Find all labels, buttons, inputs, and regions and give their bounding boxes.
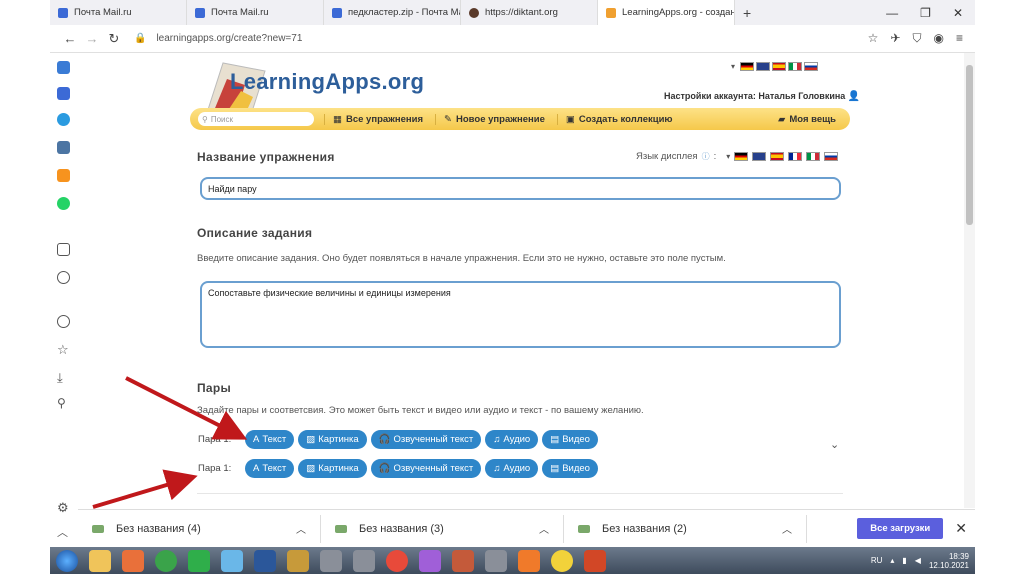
search-app-icon[interactable] xyxy=(221,549,243,572)
download-name: Без названия (3) xyxy=(359,522,444,535)
app-icon[interactable] xyxy=(452,549,474,572)
file-icon xyxy=(578,524,590,533)
download-name: Без названия (2) xyxy=(602,522,687,535)
app-icon[interactable] xyxy=(353,549,375,572)
download-item[interactable]: Без названия (3) ︿ xyxy=(321,514,564,543)
volume-icon[interactable]: ◀ xyxy=(915,556,921,565)
taskbar: RU ▴ ▮ ◀ 18:39 12.10.2021 xyxy=(50,547,975,574)
powerpoint-icon[interactable] xyxy=(584,549,606,572)
chrome-icon[interactable] xyxy=(155,549,177,572)
download-name: Без названия (4) xyxy=(116,522,201,535)
file-icon xyxy=(92,524,104,533)
network-icon[interactable]: ▮ xyxy=(902,556,906,565)
tray-arrow-icon[interactable]: ▴ xyxy=(890,556,894,565)
clock[interactable]: 18:39 12.10.2021 xyxy=(929,552,969,570)
system-tray: RU ▴ ▮ ◀ 18:39 12.10.2021 xyxy=(871,552,975,570)
app-icon[interactable] xyxy=(518,549,540,572)
app-icon[interactable] xyxy=(485,549,507,572)
app-icon[interactable] xyxy=(551,549,573,572)
word-icon[interactable] xyxy=(254,549,276,572)
media-player-icon[interactable] xyxy=(122,549,144,572)
clock-time: 18:39 xyxy=(948,551,969,561)
close-downloads-icon[interactable]: ✕ xyxy=(955,520,967,537)
chevron-up-icon[interactable]: ︿ xyxy=(539,521,549,536)
app-icon[interactable] xyxy=(419,549,441,572)
red-arrow xyxy=(125,376,248,440)
downloads-bar: Без названия (4) ︿ Без названия (3) ︿ Без … xyxy=(78,509,975,547)
language-indicator[interactable]: RU xyxy=(871,556,883,565)
all-downloads-button[interactable]: Все загрузки xyxy=(857,518,944,539)
chevron-up-icon[interactable]: ︿ xyxy=(296,521,306,536)
download-item[interactable]: Без названия (2) ︿ xyxy=(564,514,807,543)
app-icon[interactable] xyxy=(386,549,408,572)
app-icon[interactable] xyxy=(320,549,342,572)
file-icon xyxy=(335,524,347,533)
explorer-icon[interactable] xyxy=(89,549,111,572)
chevron-up-icon[interactable]: ︿ xyxy=(782,521,792,536)
download-item[interactable]: Без названия (4) ︿ xyxy=(78,514,321,543)
app-icon[interactable] xyxy=(287,549,309,572)
annotation-arrows xyxy=(92,376,248,509)
red-arrow xyxy=(92,469,198,509)
app-a-icon[interactable] xyxy=(188,549,210,572)
clock-date: 12.10.2021 xyxy=(928,560,969,570)
start-button-icon[interactable] xyxy=(56,549,78,572)
